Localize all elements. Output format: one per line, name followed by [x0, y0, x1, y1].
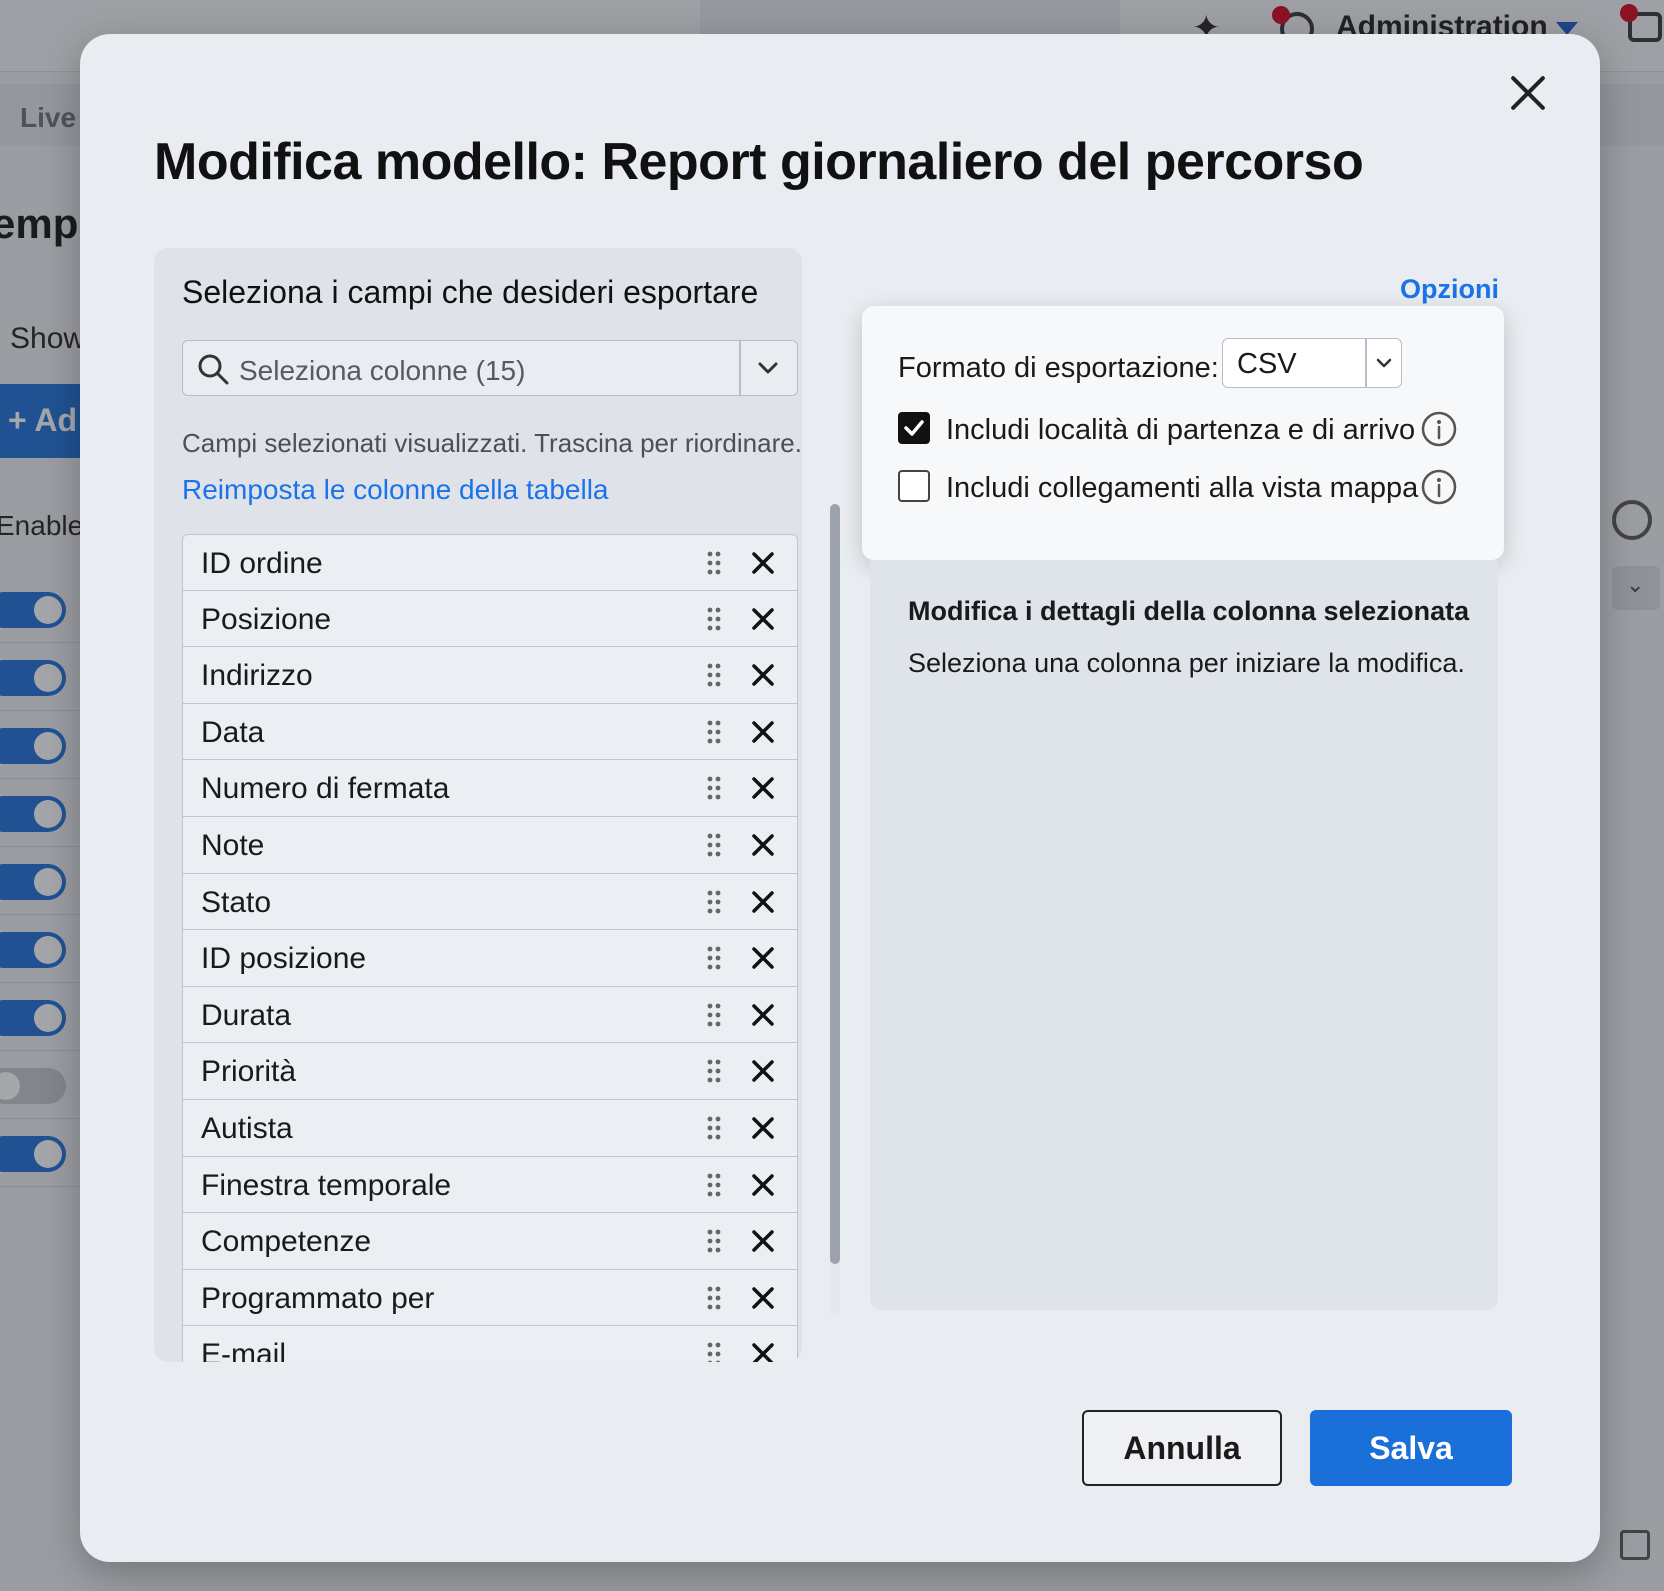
remove-icon[interactable]	[749, 774, 777, 802]
field-row[interactable]: Data	[182, 703, 798, 761]
remove-icon[interactable]	[749, 718, 777, 746]
include-map-links-option: Includi collegamenti alla vista mappa	[898, 468, 1478, 508]
include-start-end-checkbox[interactable]	[898, 412, 930, 444]
drag-handle-icon[interactable]	[705, 1284, 723, 1312]
field-row[interactable]: Durata	[182, 986, 798, 1044]
checkmark-icon	[904, 420, 924, 436]
field-row[interactable]: Programmato per	[182, 1269, 798, 1327]
remove-icon[interactable]	[749, 831, 777, 859]
remove-icon[interactable]	[749, 1340, 777, 1362]
drag-handle-icon[interactable]	[705, 1340, 723, 1362]
drag-handle-icon[interactable]	[705, 549, 723, 577]
chevron-down-icon[interactable]	[1373, 353, 1395, 373]
field-label: Autista	[201, 1111, 293, 1145]
field-selection-panel: Seleziona i campi che desideri esportare…	[154, 248, 802, 1362]
remove-icon[interactable]	[749, 1171, 777, 1199]
export-format-select[interactable]: CSV	[1222, 338, 1402, 388]
field-label: E-mail	[201, 1338, 287, 1362]
close-icon[interactable]	[1500, 66, 1556, 122]
reorder-hint: Campi selezionati visualizzati. Trascina…	[182, 428, 802, 458]
select-divider	[739, 341, 741, 395]
select-divider	[1365, 339, 1367, 387]
panel-heading: Seleziona i campi che desideri esportare	[182, 274, 759, 310]
drag-handle-icon[interactable]	[705, 661, 723, 689]
field-label: Stato	[201, 885, 272, 919]
drag-handle-icon[interactable]	[705, 1114, 723, 1142]
options-link[interactable]: Opzioni	[1400, 274, 1499, 305]
field-row[interactable]: ID ordine	[182, 534, 798, 591]
include-map-links-label[interactable]: Includi collegamenti alla vista mappa	[946, 472, 1418, 505]
drag-handle-icon[interactable]	[705, 718, 723, 746]
column-details-title: Modifica i dettagli della colonna selezi…	[908, 596, 1470, 626]
include-map-links-checkbox[interactable]	[898, 470, 930, 502]
field-row[interactable]: Finestra temporale	[182, 1156, 798, 1214]
field-label: ID ordine	[201, 547, 323, 580]
field-row[interactable]: Competenze	[182, 1213, 798, 1270]
export-format-label: Formato di esportazione:	[898, 352, 1219, 384]
cancel-button[interactable]: Annulla	[1082, 1410, 1282, 1486]
options-popover: Formato di esportazione: CSV Includi loc…	[862, 306, 1504, 560]
drag-handle-icon[interactable]	[705, 831, 723, 859]
field-row[interactable]: Priorità	[182, 1043, 798, 1100]
modal-title: Modifica modello: Report giornaliero del…	[154, 133, 1364, 191]
include-start-end-label[interactable]: Includi località di partenza e di arrivo	[946, 414, 1415, 447]
remove-icon[interactable]	[749, 605, 777, 633]
drag-handle-icon[interactable]	[705, 1227, 723, 1255]
reset-columns-link[interactable]: Reimposta le colonne della tabella	[182, 474, 609, 506]
drag-handle-icon[interactable]	[705, 1001, 723, 1029]
edit-template-modal: Modifica modello: Report giornaliero del…	[80, 34, 1600, 1562]
field-row[interactable]: Numero di fermata	[182, 760, 798, 817]
field-label: Competenze	[201, 1225, 372, 1259]
field-label: Indirizzo	[201, 659, 313, 693]
field-row[interactable]: Indirizzo	[182, 647, 798, 704]
field-label: Programmato per	[201, 1281, 435, 1315]
field-label: Data	[201, 715, 265, 749]
field-row[interactable]: ID posizione	[182, 930, 798, 987]
drag-handle-icon[interactable]	[705, 1171, 723, 1199]
column-select-input[interactable]: Seleziona colonne (15)	[239, 355, 525, 387]
field-label: Durata	[201, 998, 292, 1032]
remove-icon[interactable]	[749, 1227, 777, 1255]
drag-handle-icon[interactable]	[705, 888, 723, 916]
field-row[interactable]: E-mail	[182, 1326, 798, 1362]
export-format-value: CSV	[1237, 348, 1297, 380]
remove-icon[interactable]	[749, 944, 777, 972]
remove-icon[interactable]	[749, 1114, 777, 1142]
selected-fields-list: ID ordine Posizione Indirizzo Data Numero di…	[182, 534, 798, 1362]
field-row[interactable]: Note	[182, 816, 798, 874]
field-row[interactable]: Posizione	[182, 590, 798, 648]
remove-icon[interactable]	[749, 1057, 777, 1085]
remove-icon[interactable]	[749, 661, 777, 689]
info-icon[interactable]	[1420, 468, 1458, 506]
drag-handle-icon[interactable]	[705, 944, 723, 972]
remove-icon[interactable]	[749, 1284, 777, 1312]
field-row[interactable]: Autista	[182, 1099, 798, 1157]
field-label: Posizione	[201, 602, 332, 636]
field-label: Priorità	[201, 1055, 297, 1089]
remove-icon[interactable]	[749, 888, 777, 916]
info-icon[interactable]	[1420, 410, 1458, 448]
field-row[interactable]: Stato	[182, 873, 798, 931]
remove-icon[interactable]	[749, 1001, 777, 1029]
field-label: Numero di fermata	[201, 772, 450, 806]
drag-handle-icon[interactable]	[705, 605, 723, 633]
column-details-panel: Modifica i dettagli della colonna selezi…	[870, 560, 1498, 1310]
column-details-hint: Seleziona una colonna per iniziare la mo…	[908, 648, 1465, 678]
chevron-down-icon[interactable]	[751, 353, 785, 383]
field-label: Finestra temporale	[201, 1168, 452, 1202]
remove-icon[interactable]	[749, 549, 777, 577]
save-button[interactable]: Salva	[1310, 1410, 1512, 1486]
column-select-dropdown[interactable]: Seleziona colonne (15)	[182, 340, 798, 396]
scrollbar[interactable]	[830, 504, 840, 1316]
search-icon	[198, 354, 229, 385]
include-start-end-option: Includi località di partenza e di arrivo	[898, 410, 1478, 450]
field-label: ID posizione	[201, 942, 367, 976]
field-label: Note	[201, 828, 265, 862]
scrollbar-thumb[interactable]	[830, 504, 840, 1264]
drag-handle-icon[interactable]	[705, 774, 723, 802]
drag-handle-icon[interactable]	[705, 1057, 723, 1085]
